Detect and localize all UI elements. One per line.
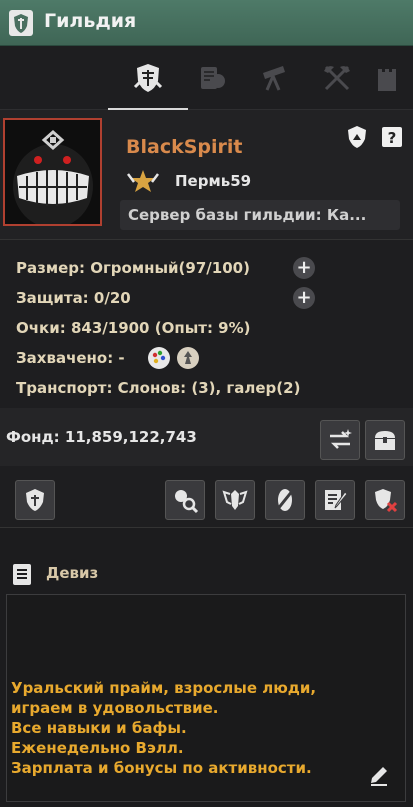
member-scroll-icon [201,67,225,89]
guild-shield-badge-icon[interactable] [344,124,370,150]
edit-pencil-icon[interactable] [367,763,391,787]
guild-stats: Размер: Огромный(97/100) + Защита: 0/20 … [0,240,413,408]
tab-bar [0,46,413,110]
guild-rank-label: Пермь59 [175,172,252,190]
fund-transfer-icon [330,429,352,449]
castle-tower-icon [378,69,396,91]
guild-emblem [3,118,102,226]
crossed-axes-icon [324,65,350,91]
guild-storage-button[interactable] [365,420,405,460]
title-bar: Гильдия [0,0,413,46]
guild-fund-label: Фонд: 11,859,122,743 [6,428,197,446]
svg-text:?: ? [388,129,397,147]
guild-emblem-button[interactable] [15,480,55,520]
guild-server-field: Сервер базы гильдии: Ка... [120,200,400,230]
find-member-button[interactable] [165,480,205,520]
tab-research[interactable] [244,54,304,102]
document-edit-icon [325,490,348,510]
stat-points: Очки: 843/1900 (Опыт: 9%) [16,319,251,337]
stat-size: Размер: Огромный(97/100) [16,259,250,277]
guild-disable-button[interactable] [265,480,305,520]
motto-heading: Девиз [46,564,99,582]
motto-text-area: Уральский прайм, взрослые люди, играем в… [6,594,406,802]
motto-line: играем в удовольствие. [11,699,219,717]
motto-line: Зарплата и бонусы по активности. [11,759,312,777]
stat-transport: Транспорт: Слонов: (3), галер(2) [16,379,301,397]
black-spirit-emblem-icon [5,120,100,224]
stat-captured: Захвачено: - [16,349,125,367]
tab-members[interactable] [181,54,241,102]
guild-fund: Фонд: 11,859,122,743 [0,408,413,466]
telescope-icon [263,66,285,91]
expand-size-button[interactable]: + [293,257,315,279]
motto-line: Еженедельно Вэлл. [11,739,184,757]
member-search-icon [175,490,199,514]
leave-guild-button[interactable] [365,480,405,520]
treasure-chest-icon [375,431,395,450]
guild-crest-small-icon [26,489,44,511]
guild-crest-icon [133,64,163,92]
guild-profile: BlackSpirit ? Пермь59 Сервер базы гильди… [0,110,413,240]
guild-actions [0,466,413,528]
guild-quests-button[interactable] [215,480,255,520]
winged-crest-icon [222,490,248,510]
notepad-icon [13,564,31,585]
window-title: Гильдия [44,10,137,32]
stat-protection: Защита: 0/20 [16,289,131,307]
guild-motto: Девиз Уральский прайм, взрослые люди, иг… [0,528,413,807]
guild-name: BlackSpirit [126,136,243,158]
shield-cross-icon [375,489,398,513]
territory-palette-icon[interactable] [147,346,171,370]
add-protection-button[interactable]: + [293,287,315,309]
territory-node-icon[interactable] [176,346,200,370]
guild-notice-edit-button[interactable] [315,480,355,520]
tab-guild-info[interactable] [108,54,188,110]
tab-castle[interactable] [370,54,413,102]
guild-manual-icon[interactable]: ? [379,124,405,150]
motto-line: Уральский прайм, взрослые люди, [11,679,317,697]
motto-line: Все навыки и бафы. [11,719,187,737]
guild-rank-icon [127,170,159,192]
feather-slash-icon [275,489,295,511]
fund-transfer-button[interactable] [320,420,360,460]
guild-shield-icon [9,10,33,36]
tab-war[interactable] [307,54,367,102]
